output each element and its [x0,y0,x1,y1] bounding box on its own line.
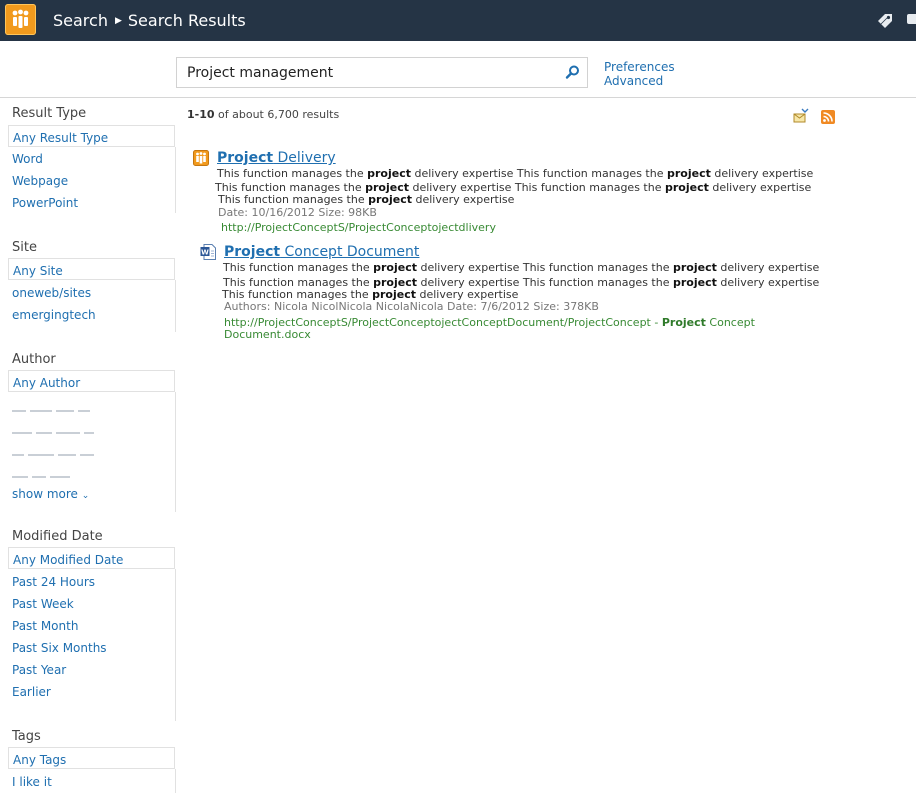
redacted-author[interactable] [12,444,102,456]
refiner-item-webpage[interactable]: Webpage [12,174,68,188]
refiner-border [175,769,176,793]
header-divider [0,97,916,98]
rss-icon[interactable] [821,109,835,124]
refiner-title-tags: Tags [12,729,41,744]
result-snippet: This function manages the project delive… [223,261,820,274]
refiner-title-result-type: Result Type [12,106,87,121]
show-more-authors-link[interactable]: show more ⌄ [12,487,89,501]
refiner-any-result-type[interactable]: Any Result Type [8,125,175,147]
svg-text:W: W [201,249,209,257]
breadcrumb-separator-icon: ▶ [114,16,122,26]
refiner-title-site: Site [12,240,37,255]
refiner-any-tags[interactable]: Any Tags [8,747,175,769]
redacted-author[interactable] [12,422,102,434]
result-metadata: Authors: Nicola NicolNicola NicolaNicola… [224,300,599,313]
refiner-border [175,147,176,213]
advanced-link[interactable]: Advanced [604,74,675,88]
refiner-title-author: Author [12,352,56,367]
refiner-item-powerpoint[interactable]: PowerPoint [12,196,78,210]
refiner-item-emergingtech[interactable]: emergingtech [12,308,96,322]
notes-icon[interactable] [906,12,916,30]
redacted-author[interactable] [12,400,102,412]
suite-bar: Search ▶ Search Results [0,0,916,41]
word-document-icon: W [200,244,216,264]
refiner-title-modified-date: Modified Date [12,529,103,544]
result-title-link[interactable]: Project Delivery [217,150,336,166]
magnifier-icon[interactable] [565,64,581,80]
redacted-author[interactable] [12,466,102,478]
refiner-item-past-month[interactable]: Past Month [12,619,78,633]
sharepoint-logo-icon[interactable] [5,4,36,35]
breadcrumb: Search ▶ Search Results [53,11,246,30]
sharepoint-page-icon [193,150,209,170]
breadcrumb-current: Search Results [127,11,246,30]
refiner-item-earlier[interactable]: Earlier [12,685,51,699]
refiner-border [175,569,176,721]
refiner-any-site[interactable]: Any Site [8,258,175,280]
breadcrumb-search[interactable]: Search [53,11,108,30]
refiner-item-oneweb-sites[interactable]: oneweb/sites [12,286,91,300]
refiner-border [175,280,176,332]
result-url[interactable]: http://ProjectConceptS/ProjectConceptoje… [221,221,496,234]
refiner-item-word[interactable]: Word [12,152,43,166]
refiner-item-past-24-hours[interactable]: Past 24 Hours [12,575,95,589]
search-input[interactable] [177,58,557,87]
search-box [176,57,588,88]
result-metadata: Date: 10/16/2012 Size: 98KB [218,206,377,219]
refiner-any-author[interactable]: Any Author [8,370,175,392]
tags-notes-icon[interactable] [876,12,894,34]
result-snippet: This function manages the project delive… [218,193,515,206]
refiner-any-modified-date[interactable]: Any Modified Date [8,547,175,569]
preferences-link[interactable]: Preferences [604,60,675,74]
refiner-item-past-week[interactable]: Past Week [12,597,74,611]
refiner-border [175,392,176,512]
refiner-item-past-year[interactable]: Past Year [12,663,66,677]
alert-me-icon[interactable] [793,108,810,124]
search-options: Preferences Advanced [604,60,675,88]
refiner-item-past-six-months[interactable]: Past Six Months [12,641,107,655]
result-url-continued[interactable]: Document.docx [224,328,311,341]
result-snippet: This function manages the project delive… [217,167,814,180]
chevron-down-icon: ⌄ [81,491,90,501]
results-count: 1-10 of about 6,700 results [187,108,340,121]
result-title-link[interactable]: Project Concept Document [224,244,419,260]
refiner-item-i-like-it[interactable]: I like it [12,775,52,789]
